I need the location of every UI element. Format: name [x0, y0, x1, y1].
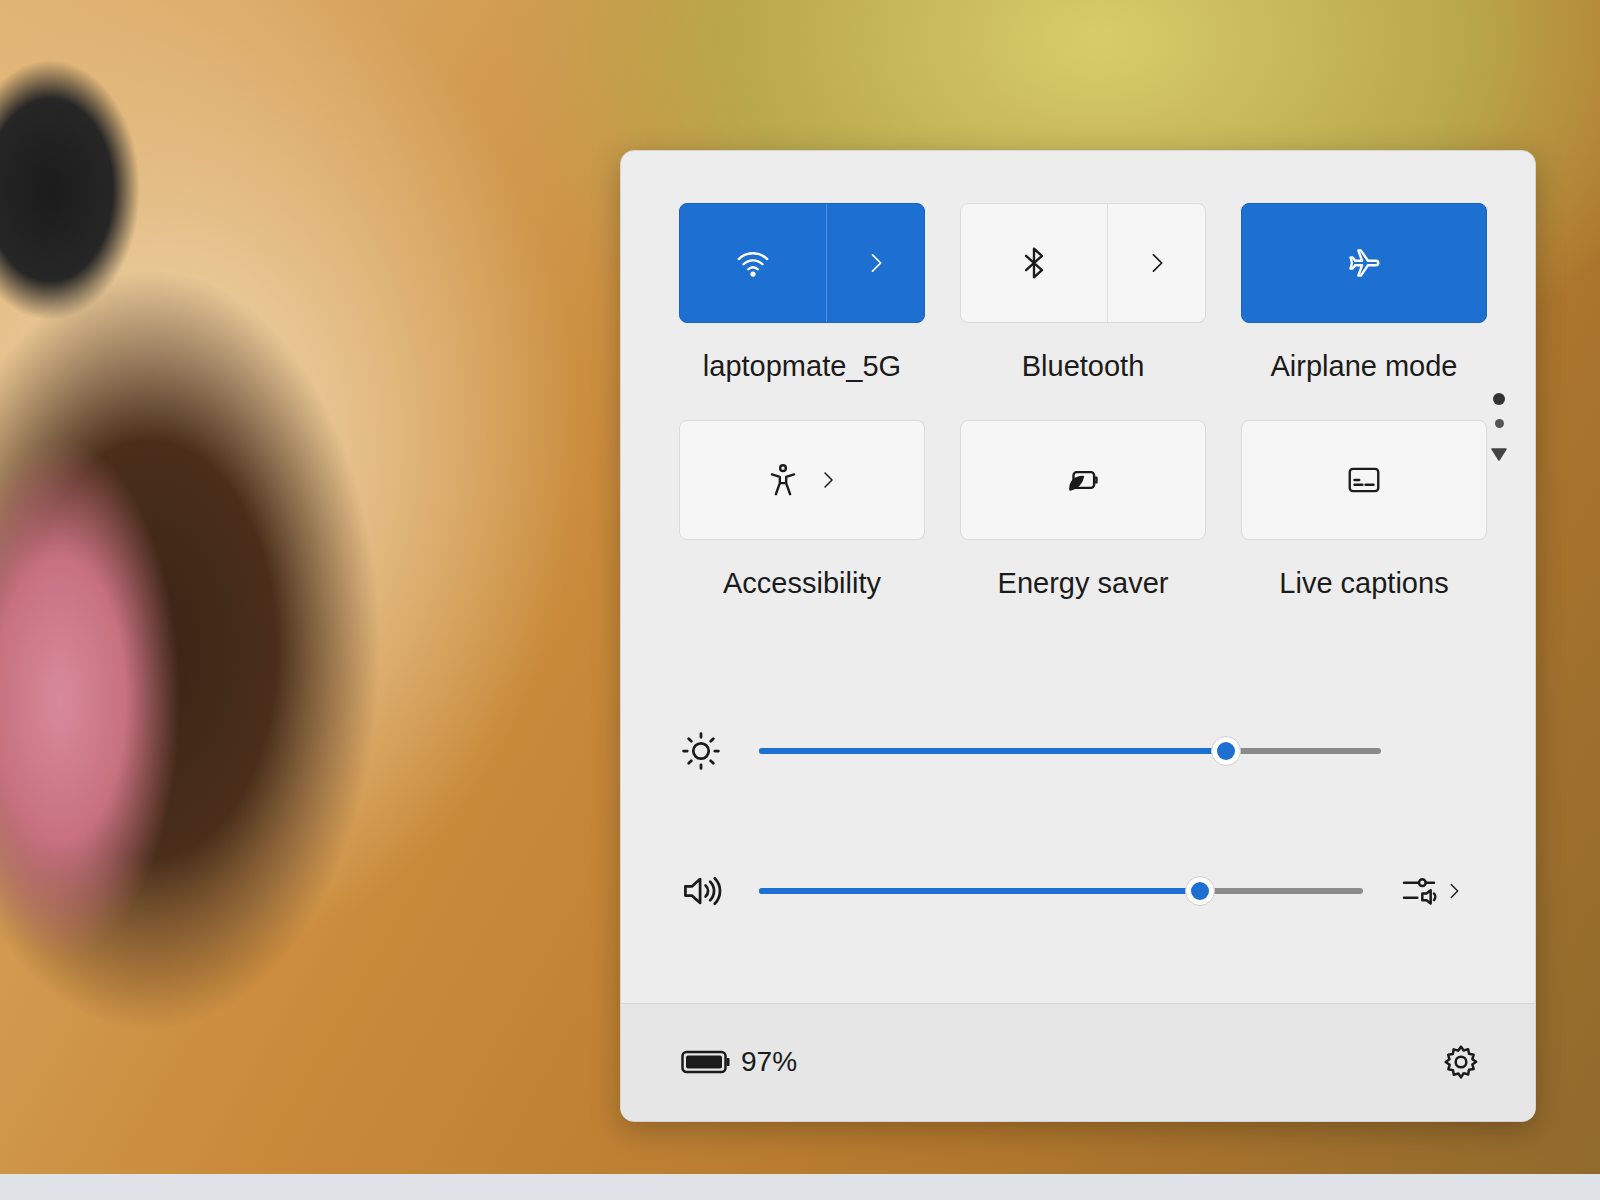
brightness-row: [679, 729, 1465, 773]
speaker-icon: [679, 869, 723, 913]
gear-icon: [1441, 1042, 1481, 1082]
toggle-tile[interactable]: [960, 420, 1206, 540]
desktop: laptopmate_5G Bluetooth Airplane mode Acces…: [0, 0, 1600, 1200]
brightness-icon: [679, 729, 723, 773]
tile-cell: Energy saver: [960, 420, 1206, 601]
airplane-icon: [1345, 244, 1383, 282]
tile-cell: Accessibility: [679, 420, 925, 601]
slider-fill: [759, 748, 1226, 754]
battery-status[interactable]: 97%: [681, 1041, 797, 1083]
accessibility-icon: [764, 461, 802, 499]
tile-label: laptopmate_5G: [703, 349, 901, 384]
tile-label: Live captions: [1279, 566, 1448, 601]
tile-toggle[interactable]: [680, 204, 826, 322]
toggle-tile[interactable]: [679, 203, 925, 323]
chevron-icon: [1443, 880, 1465, 902]
tile-toggle[interactable]: [961, 204, 1107, 322]
quick-settings-panel: laptopmate_5G Bluetooth Airplane mode Acces…: [620, 150, 1536, 1122]
tile-cell: laptopmate_5G: [679, 203, 925, 384]
tile-expand[interactable]: [1107, 204, 1205, 322]
captions-icon: [1345, 461, 1383, 499]
slider-thumb[interactable]: [1211, 736, 1241, 766]
tile-toggle[interactable]: [1242, 421, 1486, 539]
panel-footer: 97%: [621, 1003, 1535, 1121]
wifi-icon: [734, 244, 772, 282]
tile-expand[interactable]: [826, 204, 924, 322]
sound-output-button[interactable]: [1399, 871, 1465, 911]
tile-toggle[interactable]: [961, 421, 1205, 539]
chevron-icon: [816, 468, 840, 492]
mixer-icon: [1399, 871, 1439, 911]
page-dot[interactable]: [1495, 419, 1504, 428]
brightness-slider[interactable]: [759, 748, 1381, 754]
bluetooth-icon: [1015, 244, 1053, 282]
tile-toggle[interactable]: [680, 421, 924, 539]
tile-cell: Live captions: [1241, 420, 1487, 601]
page-indicator: [1487, 203, 1511, 466]
tile-cell: Airplane mode: [1241, 203, 1487, 384]
chevron-icon: [862, 249, 890, 277]
tile-label: Airplane mode: [1271, 349, 1458, 384]
tiles-area: laptopmate_5G Bluetooth Airplane mode Acces…: [679, 203, 1505, 601]
tile-toggle[interactable]: [1242, 204, 1486, 322]
panel-body: laptopmate_5G Bluetooth Airplane mode Acces…: [621, 151, 1535, 943]
battery-icon: [681, 1049, 731, 1075]
sliders: [679, 729, 1505, 913]
toggle-tile[interactable]: [1241, 203, 1487, 323]
slider-thumb[interactable]: [1185, 876, 1215, 906]
volume-slider[interactable]: [759, 888, 1363, 894]
energy-saver-icon: [1064, 461, 1102, 499]
taskbar: [0, 1174, 1600, 1200]
tile-cell: Bluetooth: [960, 203, 1206, 384]
down-arrow-icon: [1487, 442, 1511, 466]
next-page-button[interactable]: [1487, 442, 1511, 466]
settings-button[interactable]: [1441, 1042, 1481, 1082]
tile-label: Accessibility: [723, 566, 881, 601]
battery-percentage: 97%: [741, 1041, 797, 1083]
toggle-tile[interactable]: [1241, 420, 1487, 540]
volume-row: [679, 869, 1465, 913]
toggle-tile[interactable]: [679, 420, 925, 540]
toggle-tile[interactable]: [960, 203, 1206, 323]
tile-label: Bluetooth: [1022, 349, 1145, 384]
slider-fill: [759, 888, 1200, 894]
page-dot[interactable]: [1493, 393, 1505, 405]
chevron-icon: [1143, 249, 1171, 277]
tiles-grid: laptopmate_5G Bluetooth Airplane mode Acces…: [679, 203, 1487, 601]
tile-label: Energy saver: [998, 566, 1169, 601]
